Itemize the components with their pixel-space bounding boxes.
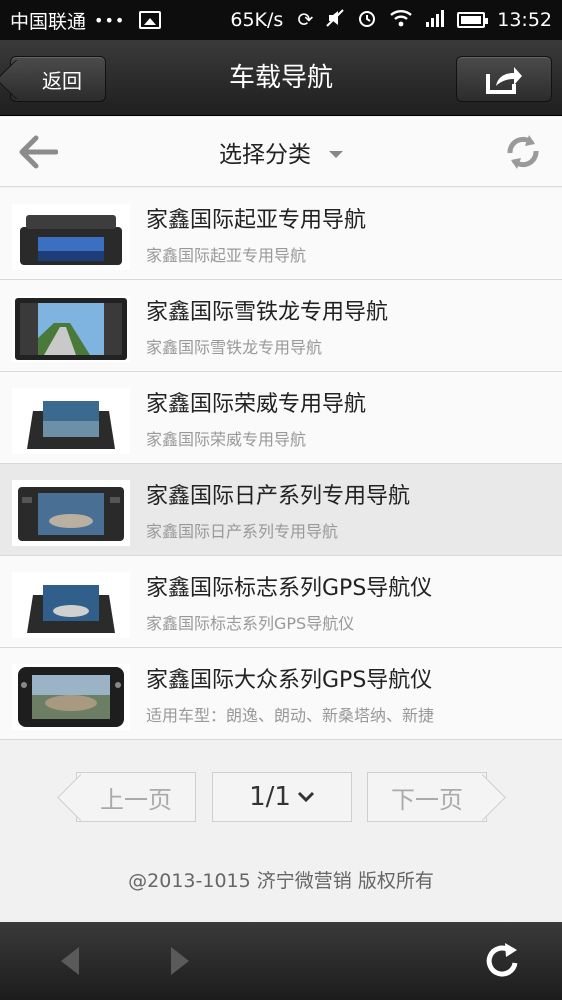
list-item[interactable]: 家鑫国际起亚专用导航 家鑫国际起亚专用导航 bbox=[0, 188, 562, 280]
item-subtitle: 家鑫国际雪铁龙专用导航 bbox=[146, 338, 323, 357]
item-subtitle: 家鑫国际起亚专用导航 bbox=[146, 246, 307, 265]
clock: 13:52 bbox=[497, 9, 552, 31]
prev-page-label: 上一页 bbox=[100, 785, 172, 814]
next-page-label: 下一页 bbox=[391, 785, 463, 814]
list-item[interactable]: 家鑫国际日产系列专用导航 家鑫国际日产系列专用导航 bbox=[0, 464, 562, 556]
battery-icon bbox=[457, 12, 489, 28]
reload-icon[interactable] bbox=[478, 922, 528, 1000]
product-thumbnail bbox=[12, 296, 130, 362]
wifi-icon bbox=[389, 8, 413, 32]
item-title: 家鑫国际标志系列GPS导航仪 bbox=[146, 576, 433, 601]
browser-forward-icon[interactable] bbox=[160, 922, 200, 1000]
product-thumbnail bbox=[12, 388, 130, 454]
item-title: 家鑫国际日产系列专用导航 bbox=[146, 484, 411, 509]
product-thumbnail bbox=[12, 572, 130, 638]
item-title: 家鑫国际雪铁龙专用导航 bbox=[146, 300, 389, 325]
mute-icon bbox=[325, 8, 345, 32]
item-subtitle: 家鑫国际荣威专用导航 bbox=[146, 430, 307, 449]
signal-dots: ••• bbox=[94, 10, 126, 30]
page-select[interactable]: 1/1 bbox=[212, 772, 352, 822]
status-right: 65K/s ⟳ 13:52 bbox=[230, 8, 552, 32]
copyright-text: @2013-1015 济宁微营销 版权所有 bbox=[128, 870, 434, 892]
item-subtitle: 家鑫国际标志系列GPS导航仪 bbox=[146, 614, 355, 633]
item-title: 家鑫国际荣威专用导航 bbox=[146, 392, 367, 417]
network-speed: 65K/s bbox=[230, 9, 284, 31]
prev-page-button[interactable]: 上一页 bbox=[76, 772, 196, 822]
next-page-button[interactable]: 下一页 bbox=[367, 772, 487, 822]
list-item[interactable]: 家鑫国际大众系列GPS导航仪 适用车型：朗逸、朗动、新桑塔纳、新捷 bbox=[0, 648, 562, 740]
signal-strength-icon bbox=[425, 8, 445, 32]
list-item[interactable]: 家鑫国际雪铁龙专用导航 家鑫国际雪铁龙专用导航 bbox=[0, 280, 562, 372]
alarm-icon bbox=[357, 8, 377, 32]
pagination: 上一页 1/1 下一页 bbox=[0, 772, 562, 824]
item-title: 家鑫国际大众系列GPS导航仪 bbox=[146, 668, 433, 693]
back-button-label: 返回 bbox=[42, 68, 82, 93]
share-button[interactable] bbox=[456, 56, 552, 102]
status-bar: 中国联通 ••• 65K/s ⟳ 13:52 bbox=[0, 0, 562, 40]
item-title: 家鑫国际起亚专用导航 bbox=[146, 208, 367, 233]
product-thumbnail bbox=[12, 664, 130, 730]
item-subtitle: 适用车型：朗逸、朗动、新桑塔纳、新捷 bbox=[146, 706, 435, 725]
carrier-name: 中国联通 bbox=[10, 10, 87, 33]
product-list: 家鑫国际起亚专用导航 家鑫国际起亚专用导航 家鑫国际雪铁龙专用导航 家鑫国际雪铁… bbox=[0, 188, 562, 740]
category-bar: 选择分类 bbox=[0, 117, 562, 187]
sync-icon: ⟳ bbox=[297, 8, 314, 31]
category-dropdown[interactable]: 选择分类 bbox=[0, 117, 562, 187]
page-number: 1/1 bbox=[249, 782, 291, 812]
list-item[interactable]: 家鑫国际荣威专用导航 家鑫国际荣威专用导航 bbox=[0, 372, 562, 464]
product-thumbnail bbox=[12, 480, 130, 546]
share-icon bbox=[486, 67, 522, 94]
chevron-down-icon bbox=[297, 791, 314, 803]
list-item[interactable]: 家鑫国际标志系列GPS导航仪 家鑫国际标志系列GPS导航仪 bbox=[0, 556, 562, 648]
image-notification-icon bbox=[139, 11, 162, 29]
carrier-group: 中国联通 ••• bbox=[10, 7, 162, 34]
item-subtitle: 家鑫国际日产系列专用导航 bbox=[146, 522, 339, 541]
category-dropdown-label: 选择分类 bbox=[219, 142, 311, 168]
browser-back-icon[interactable] bbox=[50, 922, 90, 1000]
refresh-icon[interactable] bbox=[502, 131, 544, 173]
bottom-toolbar bbox=[0, 922, 562, 1000]
chevron-down-icon bbox=[329, 150, 343, 158]
product-thumbnail bbox=[12, 204, 130, 270]
back-button[interactable]: 返回 bbox=[10, 56, 106, 102]
title-bar: 车载导航 返回 bbox=[0, 40, 562, 116]
